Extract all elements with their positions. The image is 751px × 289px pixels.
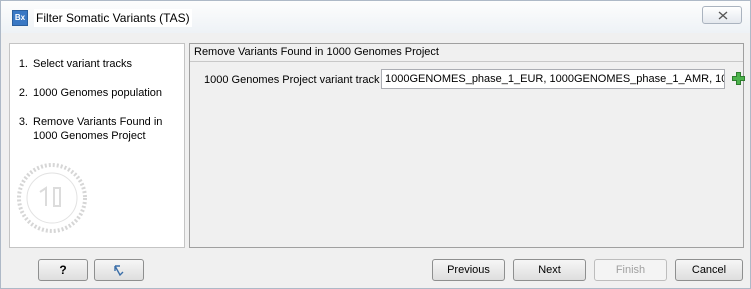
restore-defaults-button[interactable]	[94, 259, 144, 281]
finish-button[interactable]: Finish	[594, 259, 667, 281]
watermark-seal-icon	[17, 163, 87, 233]
restore-defaults-icon	[114, 265, 124, 277]
step-number: 1.	[18, 58, 28, 70]
step-content-panel: Remove Variants Found in 1000 Genomes Pr…	[189, 43, 745, 248]
close-button[interactable]	[702, 6, 742, 24]
step-1000-genomes-population: 2. 1000 Genomes population	[10, 86, 180, 100]
app-logo-icon: Bx	[12, 10, 28, 26]
dialog-window: Bx Filter Somatic Variants (TAS) 1. Sele…	[0, 0, 751, 289]
wizard-steps-panel: 1. Select variant tracks 2. 1000 Genomes…	[9, 43, 185, 248]
step-label: Select variant tracks	[33, 58, 133, 70]
step-remove-variants: 3. Remove Variants Found in 1000 Genomes…	[10, 115, 180, 143]
section-title: Remove Variants Found in 1000 Genomes Pr…	[194, 46, 439, 58]
step-number: 2.	[18, 87, 28, 99]
title-bar[interactable]: Bx Filter Somatic Variants (TAS)	[1, 1, 750, 33]
step-number: 3.	[18, 116, 28, 128]
help-button[interactable]: ?	[38, 259, 88, 281]
step-label: Remove Variants Found in 1000 Genomes Pr…	[33, 116, 163, 142]
previous-button[interactable]: Previous	[432, 259, 505, 281]
variant-track-field[interactable]: 1000GENOMES_phase_1_EUR, 1000GENOMES_pha…	[381, 69, 725, 89]
window-title: Filter Somatic Variants (TAS)	[34, 9, 192, 27]
step-select-variant-tracks: 1. Select variant tracks	[10, 57, 180, 71]
cancel-button[interactable]: Cancel	[675, 259, 743, 281]
variant-track-label: 1000 Genomes Project variant track	[204, 74, 380, 86]
add-plus-icon[interactable]	[732, 72, 745, 85]
close-icon	[718, 11, 728, 20]
step-label: 1000 Genomes population	[33, 87, 163, 99]
next-button[interactable]: Next	[513, 259, 586, 281]
section-divider	[190, 61, 743, 62]
